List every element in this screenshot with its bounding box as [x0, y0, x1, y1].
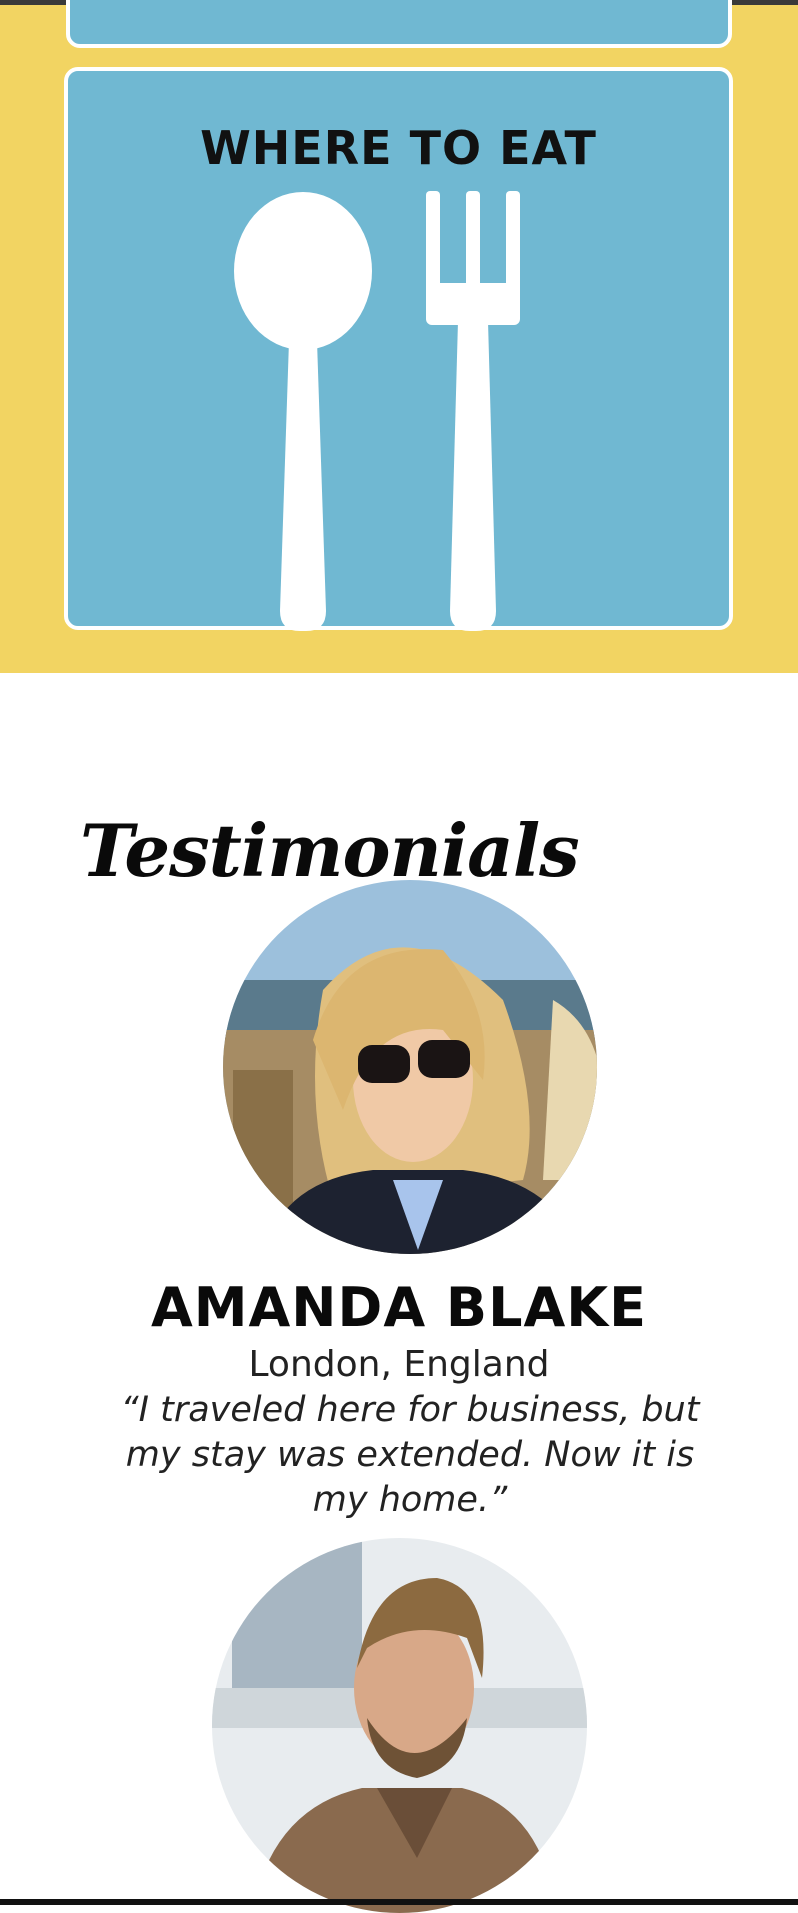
testimonial-quote: “I traveled here for business, but my st… [120, 1390, 700, 1520]
where-to-eat-card[interactable]: WHERE TO EAT [64, 67, 733, 631]
where-to-eat-title: WHERE TO EAT [200, 121, 597, 175]
woman-with-sunglasses-photo [223, 880, 597, 1254]
testimonials-heading: Testimonials [80, 807, 580, 893]
features-section: WHERE TO EAT [0, 0, 798, 673]
spoon-icon [234, 192, 372, 631]
utensils-illustration [234, 191, 520, 631]
bearded-man-photo [212, 1538, 587, 1913]
previous-feature-card[interactable] [66, 0, 732, 48]
testimonial-avatar-second [212, 1538, 587, 1913]
fork-icon [426, 191, 520, 631]
testimonial-name: AMANDA BLAKE [150, 1276, 648, 1339]
testimonial-location: London, England [248, 1344, 550, 1385]
browser-bottom-edge [0, 1899, 798, 1905]
testimonial-avatar-amanda [223, 880, 597, 1254]
